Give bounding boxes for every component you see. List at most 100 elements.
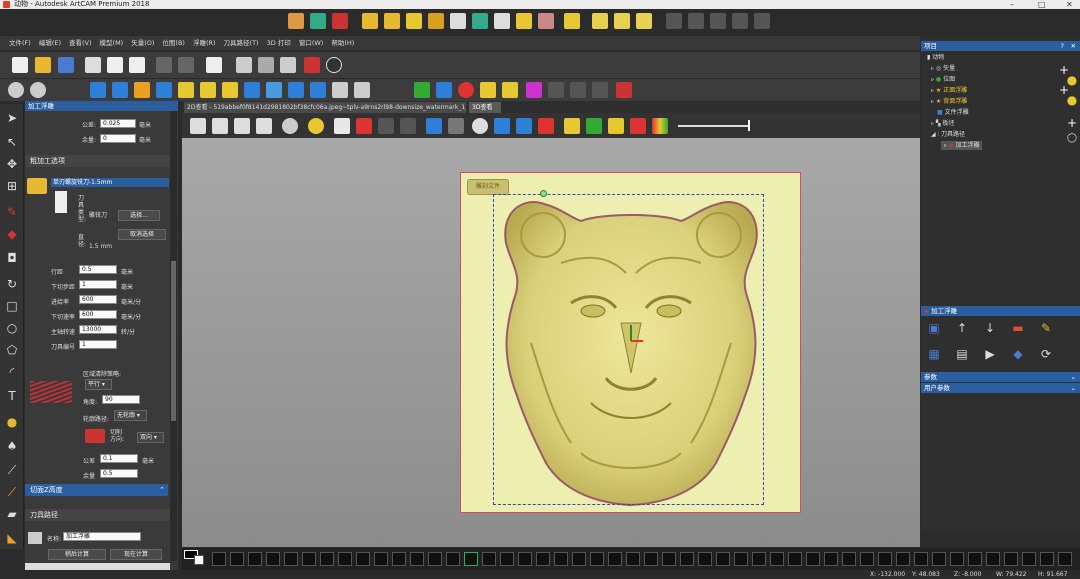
- polygon-icon[interactable]: ⬠: [4, 342, 20, 358]
- sort-icon[interactable]: [332, 13, 348, 29]
- relief-icon[interactable]: [288, 13, 304, 29]
- palette-swatch[interactable]: [788, 552, 802, 566]
- palette-swatch[interactable]: [284, 552, 298, 566]
- columns-icon[interactable]: [258, 57, 274, 73]
- move-up-icon[interactable]: ↑: [955, 321, 969, 335]
- allowance-input[interactable]: 0: [100, 134, 136, 143]
- zoom-fit-icon[interactable]: [282, 118, 298, 134]
- clock-icon[interactable]: [472, 118, 488, 134]
- document-icon[interactable]: [206, 57, 222, 73]
- axes-icon[interactable]: [356, 118, 372, 134]
- fill-drop-icon[interactable]: ●: [4, 414, 20, 430]
- block-red-icon[interactable]: [538, 118, 554, 134]
- menu-bitmap[interactable]: 位图(B): [158, 36, 189, 50]
- horizontal-scrollbar[interactable]: [25, 563, 170, 570]
- tree-item-toolpaths[interactable]: ◢ ⫶ 刀具路径: [931, 130, 965, 139]
- layer-icon[interactable]: [134, 82, 150, 98]
- slice-z-section-header[interactable]: 切面Z高度 ⌃: [25, 484, 168, 496]
- toolpath-name-input[interactable]: 加工浮雕: [63, 532, 141, 541]
- palette-swatch[interactable]: [698, 552, 712, 566]
- tree-item-file-relief[interactable]: ■ 文件浮雕: [937, 108, 969, 117]
- palette-swatch[interactable]: [428, 552, 442, 566]
- palette-swatch[interactable]: [320, 552, 334, 566]
- render-icon[interactable]: [326, 57, 342, 73]
- box-icon[interactable]: [538, 13, 554, 29]
- tree-item-machine-relief[interactable]: ▹ ◈ 加工浮雕: [941, 141, 983, 150]
- menu-file[interactable]: 文件(F): [5, 36, 35, 50]
- pin-icon[interactable]: [304, 57, 320, 73]
- points-icon[interactable]: [614, 13, 630, 29]
- add-icon[interactable]: +: [1065, 116, 1079, 130]
- paste-icon[interactable]: [129, 57, 145, 73]
- palette-swatch[interactable]: [716, 552, 730, 566]
- palette-swatch[interactable]: [644, 552, 658, 566]
- transform-toolpath-icon[interactable]: ◆: [1011, 347, 1025, 361]
- view-side-icon[interactable]: [112, 82, 128, 98]
- flat-blue-icon[interactable]: [494, 118, 510, 134]
- palette-swatch[interactable]: [626, 552, 640, 566]
- palette-swatch[interactable]: [1040, 552, 1054, 566]
- calculate-later-button[interactable]: 稍后计算: [48, 549, 106, 560]
- open-folder-icon[interactable]: [35, 57, 51, 73]
- target-icon[interactable]: [30, 82, 46, 98]
- chevron-down-icon[interactable]: ⌄: [1071, 383, 1076, 393]
- select-tool-button[interactable]: 选择...: [118, 210, 160, 221]
- pin-2-icon[interactable]: [222, 82, 238, 98]
- palette-swatch[interactable]: [680, 552, 694, 566]
- save-toolpath-icon[interactable]: ▣: [927, 321, 941, 335]
- palette-swatch[interactable]: [1022, 552, 1036, 566]
- palette-swatch[interactable]: [986, 552, 1000, 566]
- palette-swatch[interactable]: [410, 552, 424, 566]
- stack-red-icon[interactable]: [630, 118, 646, 134]
- folder-icon[interactable]: [362, 13, 378, 29]
- cube-side-icon[interactable]: [234, 118, 250, 134]
- tab-3d-view[interactable]: 3D查看: [469, 102, 501, 113]
- allowance2-input[interactable]: 0.5: [100, 469, 138, 478]
- vertical-scrollbar[interactable]: [170, 111, 177, 561]
- node-edit-icon[interactable]: ↖: [4, 134, 20, 150]
- drop-icon[interactable]: [310, 82, 326, 98]
- close-button[interactable]: ✕: [1066, 0, 1073, 9]
- tree-item-bitmaps[interactable]: ▹ ● 位图: [931, 75, 955, 84]
- minimize-button[interactable]: –: [1010, 0, 1014, 9]
- tab-2d-view[interactable]: 2D查看 - 519abbef0f8141d2981802bf38cfc06a.…: [184, 102, 466, 113]
- plane-icon[interactable]: [334, 118, 350, 134]
- bucket-icon[interactable]: ◣: [4, 530, 20, 546]
- brush-icon[interactable]: ♠: [4, 438, 20, 454]
- palette-swatch[interactable]: [878, 552, 892, 566]
- view-top-icon[interactable]: [90, 82, 106, 98]
- delete-icon[interactable]: ▬: [1011, 321, 1025, 335]
- palette-swatch[interactable]: [554, 552, 568, 566]
- spark-icon[interactable]: [608, 118, 624, 134]
- magenta-select-icon[interactable]: [526, 82, 542, 98]
- sheet-icon[interactable]: ▤: [955, 347, 969, 361]
- plate-2-icon[interactable]: [200, 82, 216, 98]
- relief-plate-icon[interactable]: [564, 13, 580, 29]
- add-green-icon[interactable]: [414, 82, 430, 98]
- palette-swatch[interactable]: [968, 552, 982, 566]
- blob-icon[interactable]: [436, 82, 452, 98]
- texture-icon[interactable]: [516, 13, 532, 29]
- spindle-input[interactable]: 13000: [79, 325, 117, 334]
- transform-icon[interactable]: ⊞: [4, 178, 20, 194]
- palette-swatch[interactable]: [896, 552, 910, 566]
- tolerance2-input[interactable]: 0.1: [100, 454, 138, 463]
- calculator-icon[interactable]: ▦: [927, 347, 941, 361]
- diamond-icon[interactable]: [332, 82, 348, 98]
- grid-icon[interactable]: [280, 57, 296, 73]
- palette-swatch[interactable]: [536, 552, 550, 566]
- palette-swatch[interactable]: [464, 552, 478, 566]
- menu-help[interactable]: 帮助(H): [327, 36, 358, 50]
- material-icon[interactable]: [586, 118, 602, 134]
- tree-item-back-relief[interactable]: ▹ ★ 背面浮雕: [931, 97, 967, 106]
- palette-swatch[interactable]: [608, 552, 622, 566]
- palette-swatch[interactable]: [662, 552, 676, 566]
- maximize-button[interactable]: □: [1038, 0, 1046, 9]
- merge-icon[interactable]: [472, 13, 488, 29]
- help-button[interactable]: ?: [1061, 41, 1064, 51]
- selected-tool[interactable]: 单刃螺旋铣刀-1.5mm: [51, 178, 169, 187]
- plate-icon[interactable]: [178, 82, 194, 98]
- menu-window[interactable]: 窗口(W): [295, 36, 328, 50]
- stack-icon[interactable]: [354, 82, 370, 98]
- relief-yellow-icon[interactable]: [564, 118, 580, 134]
